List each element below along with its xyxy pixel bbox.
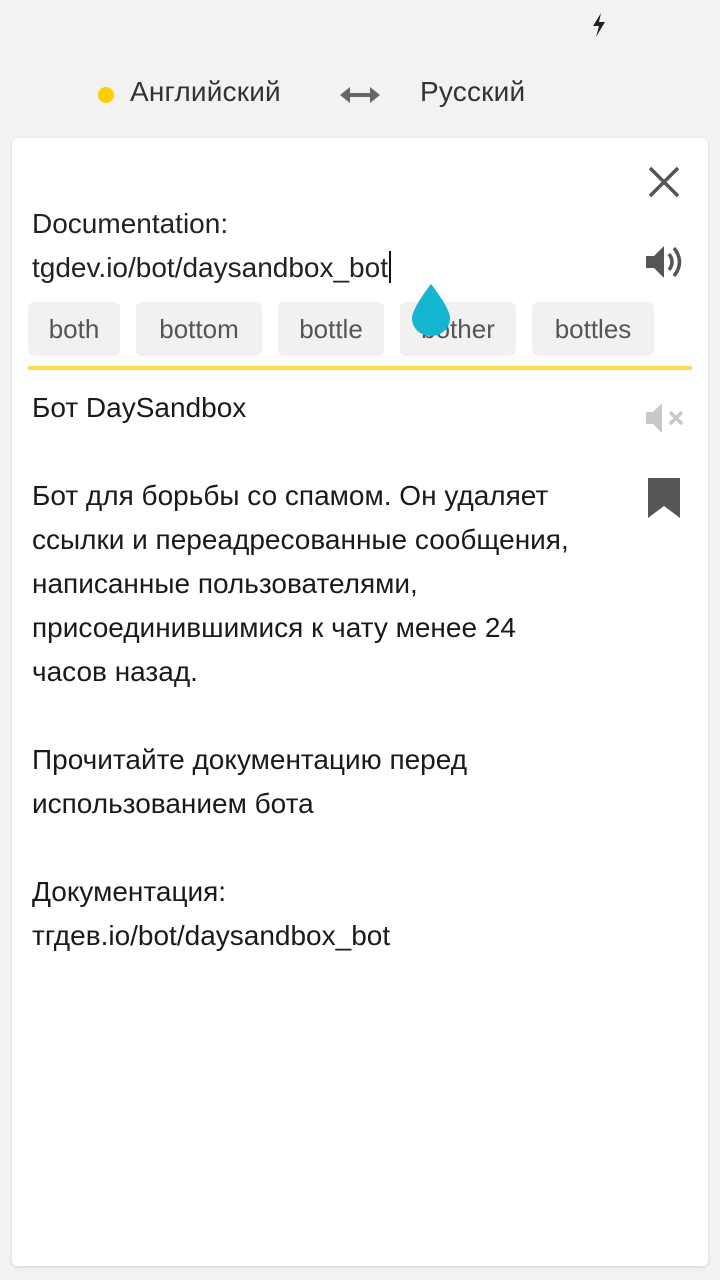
text-caret [388,251,391,283]
input-line-2-text: tgdev.io/bot/daysandbox_bot [32,252,388,283]
target-language-button[interactable]: Русский [420,76,525,108]
translation-output: Бот DaySandbox Бот для борьбы со спамом.… [32,386,632,958]
input-line-1: Documentation: [32,208,229,239]
output-line: написанные пользователями, [32,568,418,599]
output-line: Прочитайте документацию перед [32,744,468,775]
language-indicator-dot [98,87,114,103]
bookmark-icon[interactable] [646,476,682,520]
output-line: использованием бота [32,788,314,819]
output-line: часов назад. [32,656,198,687]
output-line: Бот для борьбы со спамом. Он удаляет [32,480,549,511]
close-icon[interactable] [646,164,682,200]
output-line: тгдев.io/bot/daysandbox_bot [32,920,391,951]
bolt-icon [593,13,605,37]
speaker-icon[interactable] [644,242,688,282]
input-output-divider [28,366,692,370]
output-line: присоединившимися к чату менее 24 [32,612,516,643]
output-title: Бот DaySandbox [32,392,247,423]
speaker-muted-icon [646,403,684,433]
source-text-input[interactable]: Documentation: tgdev.io/bot/daysandbox_b… [32,202,632,290]
suggestion-chip[interactable]: bottle [278,302,384,356]
translation-card: Documentation: tgdev.io/bot/daysandbox_b… [12,138,708,1266]
swap-arrows-icon[interactable] [338,80,382,110]
text-cursor-handle-icon[interactable] [410,282,452,338]
output-line: Документация: [32,876,227,907]
input-line-2: tgdev.io/bot/daysandbox_bot [32,246,632,290]
output-line: ссылки и переадресованные сообщения, [32,524,569,555]
suggestion-chip[interactable]: bottles [532,302,654,356]
language-bar: Английский Русский [0,60,720,128]
suggestion-chip[interactable]: bottom [136,302,262,356]
suggestion-chip[interactable]: both [28,302,120,356]
source-language-button[interactable]: Английский [130,76,281,108]
status-bar [0,0,720,50]
